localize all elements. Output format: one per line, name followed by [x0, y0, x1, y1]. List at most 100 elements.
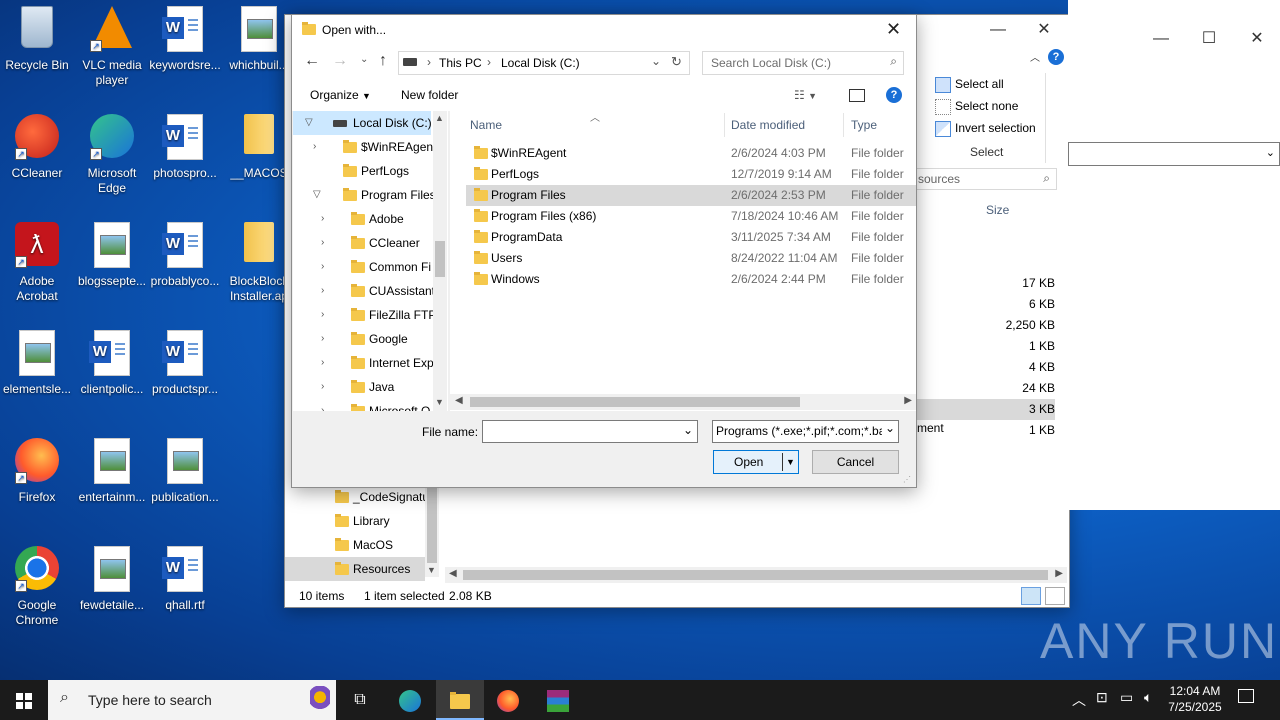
file-name-input[interactable]: ⌄: [482, 420, 698, 443]
bg-minimize-button[interactable]: —: [1138, 24, 1184, 54]
nav-scrollbar[interactable]: ▼: [425, 485, 439, 577]
tree-item[interactable]: › Java: [293, 375, 431, 399]
new-folder-button[interactable]: New folder: [401, 88, 458, 102]
h-scroll-left-icon[interactable]: ◀: [449, 568, 457, 579]
explorer-close-button[interactable]: ✕: [1021, 15, 1067, 45]
tree-item[interactable]: › CCleaner: [293, 231, 431, 255]
desktop-icon[interactable]: elementsle...: [0, 330, 74, 397]
view-options-icon[interactable]: ☷ ▼: [794, 88, 817, 102]
start-button[interactable]: [0, 680, 48, 720]
taskbar-firefox-icon[interactable]: [484, 680, 532, 720]
large-icons-view-icon[interactable]: [1045, 587, 1065, 605]
tree-item[interactable]: PerfLogs: [293, 159, 431, 183]
tree-item[interactable]: _CodeSignatu: [285, 485, 429, 509]
cancel-button[interactable]: Cancel: [812, 450, 899, 474]
h-scroll-right-icon[interactable]: ▶: [904, 395, 912, 406]
desktop-icon[interactable]: ƛ ↗ Adobe Acrobat: [0, 222, 74, 304]
file-row[interactable]: Users 8/24/2022 11:04 AM File folder: [466, 248, 916, 269]
select-all-button[interactable]: Select all: [935, 77, 1004, 93]
chevron-right-icon[interactable]: ›: [321, 327, 324, 351]
desktop-icon[interactable]: ↗ CCleaner: [0, 114, 74, 181]
file-list-h-scrollbar[interactable]: ◀ ▶: [450, 394, 916, 410]
tree-item[interactable]: › $WinREAgent: [293, 135, 436, 159]
desktop-icon[interactable]: blogssepte...: [75, 222, 149, 289]
column-header-date[interactable]: Date modified: [731, 118, 805, 132]
chevron-right-icon[interactable]: ›: [321, 279, 324, 303]
nav-scroll-down-icon[interactable]: ▼: [435, 397, 444, 407]
taskbar-explorer-icon[interactable]: [436, 680, 484, 720]
chevron-right-icon[interactable]: ›: [321, 207, 324, 231]
column-header-name[interactable]: Name: [470, 118, 502, 132]
nav-scroll-up-icon[interactable]: ▲: [435, 113, 444, 123]
dialog-search-input[interactable]: Search Local Disk (C:) ⌕: [702, 51, 904, 75]
tree-item[interactable]: › Adobe: [293, 207, 431, 231]
address-bar[interactable]: › This PC › Local Disk (C:) ⌄ ↻: [398, 51, 690, 75]
size-column-header[interactable]: Size: [986, 203, 1009, 217]
nav-scrollbar[interactable]: ▲ ▼: [433, 111, 447, 411]
select-none-button[interactable]: Select none: [935, 99, 1018, 115]
resize-grip-icon[interactable]: ⋰: [903, 475, 911, 484]
preview-pane-icon[interactable]: [849, 89, 865, 102]
tree-item[interactable]: › Common Fi: [293, 255, 431, 279]
h-scroll-left-icon[interactable]: ◀: [455, 395, 463, 406]
h-scroll-thumb[interactable]: [463, 570, 1048, 580]
clock[interactable]: 12:04 AM 7/25/2025: [1160, 683, 1230, 715]
file-row[interactable]: PerfLogs 12/7/2019 9:14 AM File folder: [466, 164, 916, 185]
chevron-right-icon[interactable]: ›: [321, 231, 324, 255]
open-button[interactable]: Open ▼: [713, 450, 799, 474]
desktop-icon[interactable]: publication...: [148, 438, 222, 505]
desktop-icon[interactable]: Wqhall.rtf: [148, 546, 222, 613]
desktop-icon[interactable]: fewdetaile...: [75, 546, 149, 613]
tree-item[interactable]: ▽ Local Disk (C:): [293, 111, 432, 135]
open-dropdown-icon[interactable]: ▼: [786, 451, 795, 473]
tree-item[interactable]: › Google: [293, 327, 431, 351]
organize-button[interactable]: Organize ▼: [310, 88, 371, 102]
desktop-icon[interactable]: Wproductspr...: [148, 330, 222, 397]
desktop-icon[interactable]: Wprobablyco...: [148, 222, 222, 289]
desktop-icon[interactable]: Recycle Bin: [0, 6, 74, 73]
bg-maximize-button[interactable]: ☐: [1186, 24, 1232, 54]
back-arrow-icon[interactable]: ←: [304, 52, 320, 70]
breadcrumb-local-disk[interactable]: Local Disk (C:): [501, 56, 580, 70]
explorer-minimize-button[interactable]: —: [975, 15, 1021, 45]
dialog-close-button[interactable]: ✕: [886, 19, 901, 40]
desktop-icon[interactable]: ↗ VLC media player: [75, 6, 149, 88]
address-chevron-icon[interactable]: ⌄: [651, 54, 661, 68]
column-header-type[interactable]: Type: [851, 118, 877, 132]
taskbar-winrar-icon[interactable]: [534, 680, 582, 720]
tree-item[interactable]: › FileZilla FTP: [293, 303, 436, 327]
tree-item[interactable]: ▽ Program Files: [293, 183, 436, 207]
file-row[interactable]: Program Files (x86) 7/18/2024 10:46 AM Fil…: [466, 206, 916, 227]
tree-item[interactable]: MacOS: [285, 533, 425, 557]
tree-item[interactable]: › CUAssistant: [293, 279, 435, 303]
help-icon[interactable]: ?: [1048, 49, 1064, 65]
tree-item[interactable]: › Internet Exp: [293, 351, 434, 375]
desktop-icon[interactable]: Wkeywordsre...: [148, 6, 222, 73]
tree-item[interactable]: Library: [285, 509, 425, 533]
desktop-icon[interactable]: ↗ Firefox: [0, 438, 74, 505]
desktop-icon[interactable]: Wclientpolic...: [75, 330, 149, 397]
monitor-icon[interactable]: ▭: [1120, 689, 1133, 706]
chevron-down-icon[interactable]: ▽: [305, 111, 313, 135]
tree-item[interactable]: Resources: [285, 557, 425, 581]
chevron-right-icon[interactable]: ›: [321, 375, 324, 399]
chevron-right-icon[interactable]: ›: [321, 399, 324, 411]
refresh-icon[interactable]: ↻: [671, 54, 682, 70]
file-row[interactable]: ProgramData 3/11/2025 7:34 AM File folder: [466, 227, 916, 248]
volume-icon[interactable]: 🔈︎: [1144, 689, 1152, 706]
file-row[interactable]: $WinREAgent 2/6/2024 4:03 PM File folder: [466, 143, 916, 164]
chevron-right-icon[interactable]: ›: [313, 135, 316, 159]
desktop-icon[interactable]: ↗ Google Chrome: [0, 546, 74, 628]
invert-selection-button[interactable]: Invert selection: [935, 121, 1036, 137]
bg-close-button[interactable]: ✕: [1234, 24, 1280, 54]
file-row[interactable]: Program Files 2/6/2024 2:53 PM File folder: [466, 185, 916, 206]
help-icon[interactable]: ?: [886, 87, 902, 103]
file-row[interactable]: Windows 2/6/2024 2:44 PM File folder: [466, 269, 916, 290]
chevron-down-icon[interactable]: ▽: [313, 183, 321, 207]
h-scroll-thumb[interactable]: [470, 397, 800, 407]
desktop-icon[interactable]: Wphotospro...: [148, 114, 222, 181]
collapse-ribbon-icon[interactable]: ︿: [1030, 49, 1040, 64]
desktop-icon[interactable]: ↗ Microsoft Edge: [75, 114, 149, 196]
details-view-icon[interactable]: [1021, 587, 1041, 605]
notifications-icon[interactable]: [1238, 689, 1254, 703]
